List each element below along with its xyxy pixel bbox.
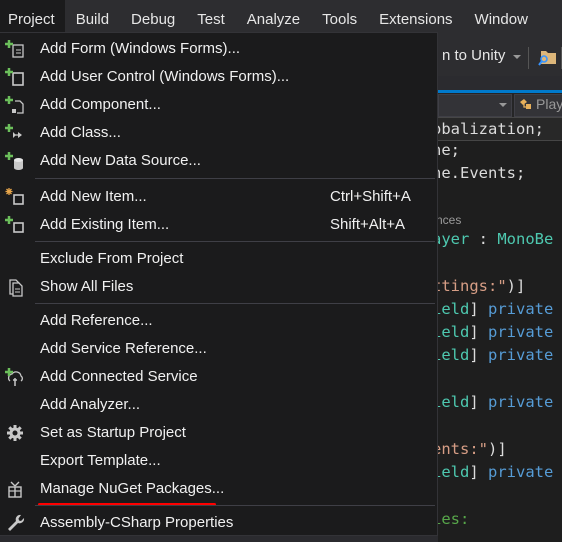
menu-item-show-all-files[interactable]: Show All Files: [0, 273, 438, 301]
menu-item-add-reference[interactable]: Add Reference...: [0, 307, 438, 335]
class-member-icon: [520, 99, 531, 109]
menu-item-export-template[interactable]: Export Template...: [0, 447, 438, 475]
code-line: ield] private: [432, 393, 553, 411]
menu-item-label: Add Form (Windows Forms)...: [40, 40, 241, 57]
code-line: ield] private: [432, 346, 553, 364]
member-dropdown-label: Play: [536, 96, 562, 112]
menu-item-label: Exclude From Project: [40, 250, 184, 267]
add-data-source-icon: [5, 152, 23, 170]
menu-item-label: Add Existing Item...: [40, 216, 170, 233]
chevron-down-icon[interactable]: [499, 103, 507, 107]
find-in-folder-icon[interactable]: [538, 48, 558, 66]
code-line: ield] private: [432, 463, 553, 481]
menu-item-add-class[interactable]: Add Class...: [0, 119, 438, 147]
show-all-files-icon: [9, 279, 23, 297]
bracket-token: ]: [469, 393, 488, 411]
gear-icon: [7, 425, 23, 441]
menu-separator: [35, 241, 435, 242]
bracket-token: ]: [469, 300, 488, 318]
menu-item-manage-nuget-packages[interactable]: Manage NuGet Packages...: [0, 475, 438, 503]
connected-service-icon: [5, 368, 23, 386]
menu-item-label: Set as Startup Project: [40, 424, 186, 441]
menu-item-assembly-properties[interactable]: Assembly-CSharp Properties: [0, 509, 438, 537]
menu-item-label: Add Reference...: [40, 312, 153, 329]
add-class-icon: [5, 124, 22, 138]
base-class-token: MonoBe: [497, 230, 554, 248]
bracket-token: ]: [469, 323, 488, 341]
colon-token: :: [469, 230, 498, 248]
wrench-icon: [8, 514, 25, 531]
add-component-icon: [5, 96, 24, 114]
keyword-token: private: [488, 346, 554, 364]
menu-item-add-user-control[interactable]: Add User Control (Windows Forms)...: [0, 63, 438, 91]
code-line: ayer : MonoBe: [432, 230, 553, 248]
menu-item-label: Add New Item...: [40, 188, 147, 205]
menu-item-label: Add Connected Service: [40, 368, 198, 385]
keyword-token: private: [488, 323, 554, 341]
keyword-token: private: [488, 463, 554, 481]
navigation-bar: Play: [438, 93, 562, 117]
menu-separator: [35, 178, 435, 179]
add-new-item-icon: [5, 188, 24, 205]
menu-window[interactable]: Window: [464, 0, 539, 40]
attach-dropdown-caret-icon[interactable]: [513, 55, 521, 59]
menu-item-exclude-from-project[interactable]: Exclude From Project: [0, 245, 438, 273]
code-line: ield] private: [432, 300, 553, 318]
menu-separator: [35, 303, 435, 304]
nuget-package-icon: [8, 481, 22, 498]
menu-item-label: Add Service Reference...: [40, 340, 207, 357]
menu-item-add-service-reference[interactable]: Add Service Reference...: [0, 335, 438, 363]
add-user-control-icon: [5, 68, 24, 86]
toolbar: n to Unity: [438, 40, 562, 76]
menu-item-shortcut: Shift+Alt+A: [330, 216, 406, 233]
toolbar-separator: [528, 47, 529, 69]
string-token: ttings:": [432, 277, 507, 295]
menu-item-label: Add Analyzer...: [40, 396, 141, 413]
project-menu-dropdown: Add Form (Windows Forms)... Add User Con…: [0, 32, 438, 536]
code-lens-references[interactable]: nces: [436, 213, 461, 227]
code-line: ttings:")]: [432, 277, 525, 295]
menu-item-label: Add User Control (Windows Forms)...: [40, 68, 290, 85]
menu-item-add-new-item[interactable]: Add New Item... Ctrl+Shift+A: [0, 183, 438, 211]
menu-item-label: Add Component...: [40, 96, 161, 113]
attach-to-unity-button[interactable]: n to Unity: [442, 47, 505, 64]
menu-item-label: Add Class...: [40, 124, 121, 141]
keyword-token: private: [488, 300, 554, 318]
menu-separator: [35, 505, 435, 506]
code-line: ield] private: [432, 323, 553, 341]
code-line: ne.Events;: [432, 164, 526, 182]
bracket-token: ]: [469, 463, 488, 481]
code-editor[interactable]: obalization; ne; ne.Events; nces ayer : …: [432, 117, 562, 542]
menu-item-add-existing-item[interactable]: Add Existing Item... Shift+Alt+A: [0, 211, 438, 239]
keyword-token: private: [488, 393, 554, 411]
menu-item-shortcut: Ctrl+Shift+A: [330, 188, 411, 205]
menu-item-add-component[interactable]: Add Component...: [0, 91, 438, 119]
menu-item-label: Manage NuGet Packages...: [40, 480, 225, 497]
menu-item-label: Add New Data Source...: [40, 152, 201, 169]
bracket-token: )]: [506, 277, 526, 295]
add-form-icon: [5, 40, 24, 58]
menu-item-set-as-startup-project[interactable]: Set as Startup Project: [0, 419, 438, 447]
code-line: ents:")]: [432, 440, 507, 458]
string-token: ents:": [432, 440, 488, 458]
menu-item-add-analyzer[interactable]: Add Analyzer...: [0, 391, 438, 419]
menu-item-add-new-data-source[interactable]: Add New Data Source...: [0, 147, 438, 175]
add-existing-item-icon: [5, 216, 24, 233]
bracket-token: )]: [488, 440, 507, 458]
menu-item-add-form[interactable]: Add Form (Windows Forms)...: [0, 35, 438, 63]
menu-item-label: Show All Files: [40, 278, 134, 295]
menu-item-label: Export Template...: [40, 452, 161, 469]
code-line: obalization;: [432, 117, 562, 141]
menu-item-add-connected-service[interactable]: Add Connected Service: [0, 363, 438, 391]
bracket-token: ]: [469, 346, 488, 364]
menu-item-label: Assembly-CSharp Properties: [40, 514, 234, 531]
